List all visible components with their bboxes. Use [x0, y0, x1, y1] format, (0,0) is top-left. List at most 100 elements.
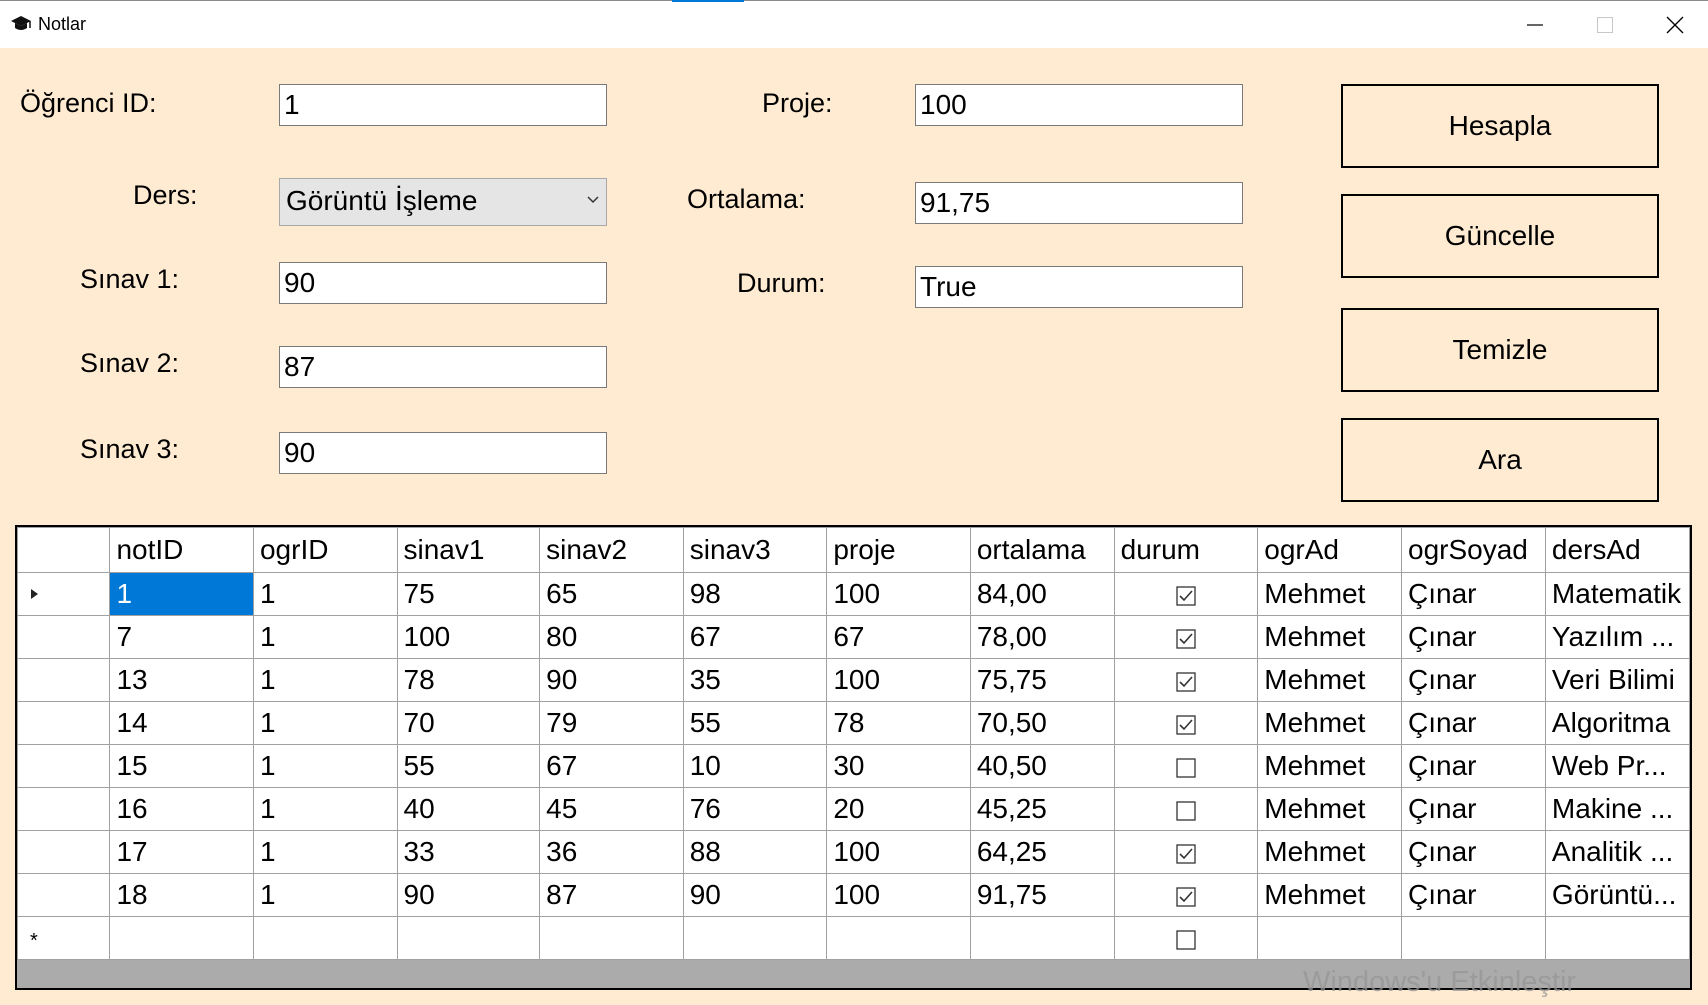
cell-ogrSoyad[interactable]: Çınar: [1401, 744, 1546, 788]
cell-sinav3[interactable]: 88: [682, 830, 828, 874]
cell-notID[interactable]: 14: [109, 701, 254, 745]
row-header[interactable]: [17, 744, 111, 788]
row-header[interactable]: [17, 787, 111, 831]
column-header-ogrID[interactable]: ogrID: [252, 527, 398, 573]
row-header[interactable]: [17, 658, 111, 702]
cell-ortalama[interactable]: 40,50: [969, 744, 1115, 788]
cell-sinav2[interactable]: 79: [539, 701, 684, 745]
cell-ogrID[interactable]: 1: [252, 572, 398, 616]
guncelle-button[interactable]: Güncelle: [1341, 194, 1659, 278]
ortalama-input[interactable]: 91,75: [915, 182, 1243, 224]
cell-durum[interactable]: [1113, 572, 1259, 616]
cell-sinav2[interactable]: 45: [539, 787, 684, 831]
column-header-proje[interactable]: proje: [826, 527, 971, 573]
cell-sinav1[interactable]: 78: [396, 658, 541, 702]
cell-ogrID[interactable]: 1: [252, 701, 398, 745]
checkbox-checked-icon[interactable]: [1176, 714, 1196, 735]
cell-sinav1[interactable]: 33: [396, 830, 541, 874]
checkbox-checked-icon[interactable]: [1176, 585, 1196, 606]
cell-proje[interactable]: 30: [826, 744, 971, 788]
row-header-corner[interactable]: [17, 527, 111, 573]
cell-sinav3[interactable]: 35: [682, 658, 828, 702]
checkbox-unchecked-icon[interactable]: [1176, 800, 1196, 821]
cell-sinav1[interactable]: 40: [396, 787, 541, 831]
new-row-cell-sinav1[interactable]: [396, 916, 541, 960]
cell-sinav1[interactable]: 75: [396, 572, 541, 616]
column-header-sinav1[interactable]: sinav1: [396, 527, 541, 573]
cell-dersAd[interactable]: Web Pr...: [1544, 744, 1690, 788]
column-header-ogrAd[interactable]: ogrAd: [1257, 527, 1403, 573]
table-row[interactable]: 18 1 90 87 90 100 91,75 Mehmet Çınar Görüntü...: [17, 873, 1690, 917]
cell-notID[interactable]: 15: [109, 744, 254, 788]
cell-proje[interactable]: 100: [826, 572, 971, 616]
new-row-cell-ogrAd[interactable]: [1257, 916, 1403, 960]
cell-ogrAd[interactable]: Mehmet: [1257, 744, 1403, 788]
new-row-cell-durum[interactable]: [1113, 916, 1259, 960]
cell-notID[interactable]: 7: [109, 615, 254, 659]
cell-proje[interactable]: 20: [826, 787, 971, 831]
cell-ogrSoyad[interactable]: Çınar: [1401, 572, 1546, 616]
column-header-durum[interactable]: durum: [1113, 527, 1259, 573]
cell-sinav2[interactable]: 67: [539, 744, 684, 788]
cell-dersAd[interactable]: Analitik ...: [1544, 830, 1690, 874]
cell-ogrAd[interactable]: Mehmet: [1257, 787, 1403, 831]
table-row[interactable]: 16 1 40 45 76 20 45,25 Mehmet Çınar Makine ...: [17, 787, 1690, 831]
cell-dersAd[interactable]: Veri Bilimi: [1544, 658, 1690, 702]
row-header[interactable]: [17, 572, 111, 616]
ara-button[interactable]: Ara: [1341, 418, 1659, 502]
cell-ogrSoyad[interactable]: Çınar: [1401, 701, 1546, 745]
cell-sinav2[interactable]: 65: [539, 572, 684, 616]
cell-notID[interactable]: 1: [109, 572, 254, 616]
new-row-cell-notID[interactable]: [109, 916, 254, 960]
cell-proje[interactable]: 100: [826, 873, 971, 917]
cell-dersAd[interactable]: Yazılım ...: [1544, 615, 1690, 659]
column-header-notID[interactable]: notID: [109, 527, 254, 573]
sinav3-input[interactable]: 90: [279, 432, 607, 474]
table-row[interactable]: 14 1 70 79 55 78 70,50 Mehmet Çınar Algoritma: [17, 701, 1690, 745]
cell-durum[interactable]: [1113, 830, 1259, 874]
cell-sinav3[interactable]: 98: [682, 572, 828, 616]
column-header-dersAd[interactable]: dersAd: [1544, 527, 1690, 573]
new-row-cell-ogrSoyad[interactable]: [1401, 916, 1546, 960]
cell-durum[interactable]: [1113, 873, 1259, 917]
notlar-datagrid[interactable]: notID ogrID sinav1 sinav2 sinav3 proje ortalam…: [15, 525, 1692, 990]
cell-sinav1[interactable]: 70: [396, 701, 541, 745]
cell-dersAd[interactable]: Algoritma: [1544, 701, 1690, 745]
sinav2-input[interactable]: 87: [279, 346, 607, 388]
cell-notID[interactable]: 18: [109, 873, 254, 917]
checkbox-checked-icon[interactable]: [1176, 886, 1196, 907]
cell-ortalama[interactable]: 78,00: [969, 615, 1115, 659]
minimize-button[interactable]: [1500, 1, 1570, 49]
cell-ortalama[interactable]: 75,75: [969, 658, 1115, 702]
proje-input[interactable]: 100: [915, 84, 1243, 126]
cell-durum[interactable]: [1113, 615, 1259, 659]
column-header-sinav3[interactable]: sinav3: [682, 527, 828, 573]
cell-notID[interactable]: 16: [109, 787, 254, 831]
cell-ogrAd[interactable]: Mehmet: [1257, 658, 1403, 702]
checkbox-unchecked-icon[interactable]: [1176, 929, 1196, 950]
row-header[interactable]: [17, 873, 111, 917]
checkbox-unchecked-icon[interactable]: [1176, 757, 1196, 778]
cell-ogrAd[interactable]: Mehmet: [1257, 830, 1403, 874]
cell-sinav2[interactable]: 90: [539, 658, 684, 702]
new-row-cell-proje[interactable]: [826, 916, 971, 960]
cell-ogrSoyad[interactable]: Çınar: [1401, 658, 1546, 702]
sinav1-input[interactable]: 90: [279, 262, 607, 304]
cell-dersAd[interactable]: Makine ...: [1544, 787, 1690, 831]
window-titlebar[interactable]: Notlar: [0, 0, 1708, 48]
cell-ogrSoyad[interactable]: Çınar: [1401, 787, 1546, 831]
column-header-sinav2[interactable]: sinav2: [539, 527, 684, 573]
cell-ogrID[interactable]: 1: [252, 744, 398, 788]
cell-durum[interactable]: [1113, 744, 1259, 788]
new-row-cell-sinav2[interactable]: [539, 916, 684, 960]
close-button[interactable]: [1640, 1, 1708, 49]
cell-ogrSoyad[interactable]: Çınar: [1401, 873, 1546, 917]
cell-sinav3[interactable]: 90: [682, 873, 828, 917]
cell-ogrAd[interactable]: Mehmet: [1257, 873, 1403, 917]
table-row[interactable]: 13 1 78 90 35 100 75,75 Mehmet Çınar Veri Bilimi: [17, 658, 1690, 702]
cell-durum[interactable]: [1113, 787, 1259, 831]
cell-ogrID[interactable]: 1: [252, 873, 398, 917]
cell-ogrID[interactable]: 1: [252, 787, 398, 831]
cell-ogrSoyad[interactable]: Çınar: [1401, 615, 1546, 659]
cell-sinav1[interactable]: 90: [396, 873, 541, 917]
